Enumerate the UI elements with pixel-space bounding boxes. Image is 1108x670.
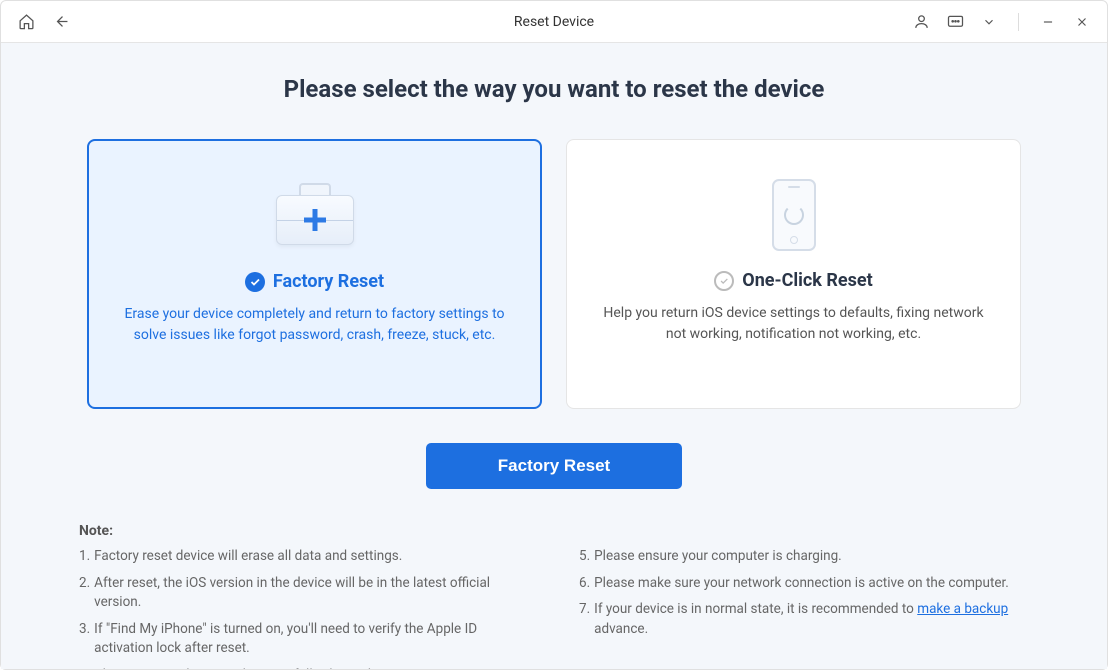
window-title: Reset Device xyxy=(514,14,594,30)
note-item: 2.After reset, the iOS version in the de… xyxy=(79,574,529,613)
card-one-click-reset[interactable]: One-Click Reset Help you return iOS devi… xyxy=(566,139,1021,409)
card-title: Factory Reset xyxy=(273,271,384,292)
note-item: 3. If "Find My iPhone" is turned on, you… xyxy=(79,620,529,659)
card-title: One-Click Reset xyxy=(742,270,872,291)
home-icon[interactable] xyxy=(17,13,35,31)
card-description: Help you return iOS device settings to d… xyxy=(595,303,992,345)
card-factory-reset[interactable]: Factory Reset Erase your device complete… xyxy=(87,139,542,409)
feedback-icon[interactable] xyxy=(946,13,964,31)
medkit-icon xyxy=(265,171,365,261)
note-item: 6. Please make sure your network connect… xyxy=(579,574,1029,594)
titlebar: Reset Device xyxy=(1,1,1107,43)
back-icon[interactable] xyxy=(53,13,71,31)
chevron-down-icon[interactable] xyxy=(980,13,998,31)
card-description: Erase your device completely and return … xyxy=(117,304,512,346)
close-icon[interactable] xyxy=(1073,13,1091,31)
notes-title: Note: xyxy=(79,523,1029,539)
user-icon[interactable] xyxy=(912,13,930,31)
note-item: 4. Please ensure that your device is ful… xyxy=(79,666,529,669)
phone-sync-icon xyxy=(744,170,844,260)
page-heading: Please select the way you want to reset … xyxy=(79,75,1029,103)
note-item: 5. Please ensure your computer is chargi… xyxy=(579,547,1029,567)
notes-section: Note: 1.Factory reset device will erase … xyxy=(79,523,1029,669)
check-icon xyxy=(714,271,734,291)
factory-reset-button[interactable]: Factory Reset xyxy=(426,443,682,489)
check-icon xyxy=(245,272,265,292)
separator xyxy=(1018,13,1019,31)
note-item: 1.Factory reset device will erase all da… xyxy=(79,547,529,567)
make-backup-link[interactable]: make a backup xyxy=(917,601,1008,617)
minimize-icon[interactable] xyxy=(1039,13,1057,31)
note-item: 7. If your device is in normal state, it… xyxy=(579,600,1029,639)
